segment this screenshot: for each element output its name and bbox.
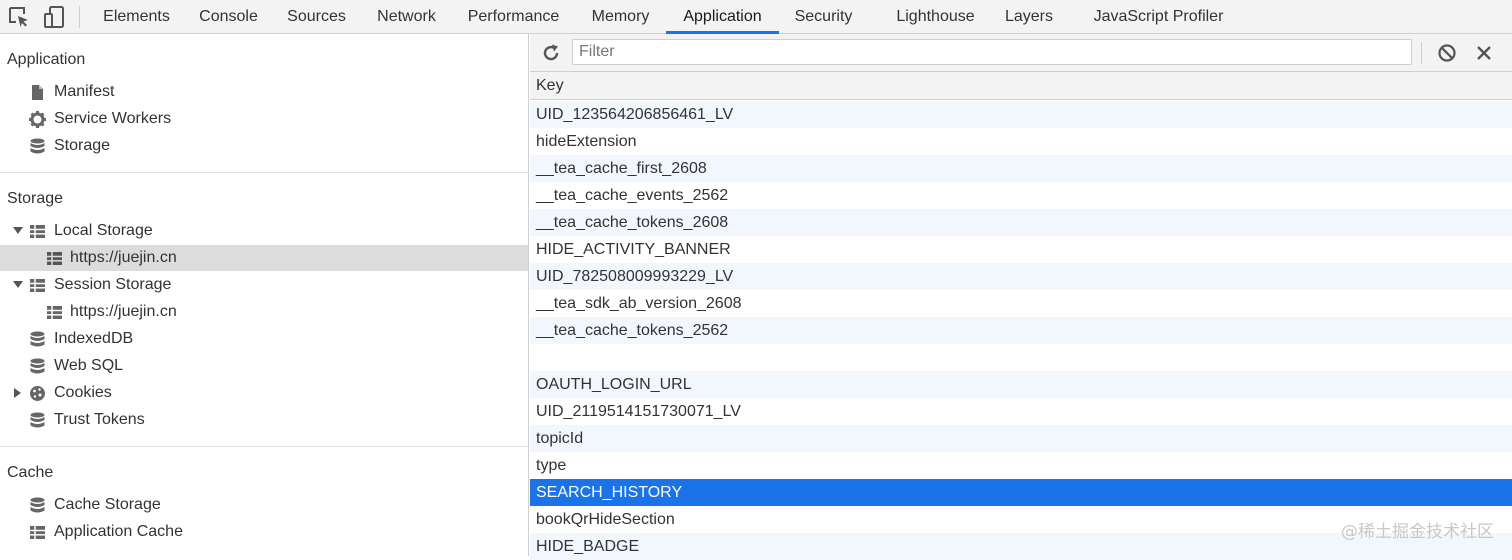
sidebar-item-storage[interactable]: Storage — [0, 133, 528, 159]
sidebar-item-cache-storage[interactable]: Cache Storage — [0, 492, 528, 518]
table-row[interactable]: OAUTH_LOGIN_URL — [530, 371, 1512, 398]
sidebar-item-label: Service Workers — [54, 110, 172, 127]
table-row[interactable]: UID_782508009993229_LV — [530, 263, 1512, 290]
sidebar-item-web-sql[interactable]: Web SQL — [0, 353, 528, 379]
sidebar-item-local-storage[interactable]: Local Storage — [0, 218, 528, 244]
table-row[interactable]: topicId — [530, 425, 1512, 452]
sidebar-item-label: Application Cache — [54, 523, 183, 540]
grid-icon — [30, 279, 45, 292]
sidebar-item-label: Local Storage — [54, 222, 153, 239]
sidebar-item-application-cache[interactable]: Application Cache — [0, 519, 528, 545]
section-divider — [0, 172, 528, 173]
table-row[interactable]: hideExtension — [530, 128, 1512, 155]
section-divider — [0, 446, 528, 447]
grid-icon — [30, 225, 45, 238]
table-row[interactable]: __tea_cache_tokens_2608 — [530, 209, 1512, 236]
storage-toolbar — [530, 34, 1512, 72]
table-row-selected[interactable]: SEARCH_HISTORY — [530, 479, 1512, 506]
tab-performance[interactable]: Performance — [457, 0, 570, 34]
section-title-storage: Storage — [7, 190, 64, 207]
section-title-application: Application — [7, 51, 86, 68]
table-row[interactable]: __tea_cache_first_2608 — [530, 155, 1512, 182]
refresh-icon[interactable] — [540, 42, 562, 64]
sidebar-item-local-storage-origin[interactable]: https://juejin.cn — [0, 245, 528, 271]
sidebar-item-label: Storage — [54, 137, 111, 154]
section-title-cache: Cache — [7, 464, 54, 481]
tab-sources[interactable]: Sources — [276, 0, 357, 34]
cookie-icon — [30, 386, 45, 401]
table-row[interactable]: __tea_sdk_ab_version_2608 — [530, 290, 1512, 317]
sidebar-item-label: https://juejin.cn — [70, 249, 177, 266]
database-icon — [30, 497, 45, 513]
table-row[interactable]: __tea_cache_tokens_2562 — [530, 317, 1512, 344]
database-icon — [30, 358, 45, 374]
table-row[interactable]: HIDE_ACTIVITY_BANNER — [530, 236, 1512, 263]
tab-javascript-profiler[interactable]: JavaScript Profiler — [1084, 0, 1233, 34]
table-row[interactable]: UID_123564206856461_LV — [530, 101, 1512, 128]
gear-icon — [29, 111, 46, 128]
storage-table-body: UID_123564206856461_LV hideExtension __t… — [530, 101, 1512, 560]
database-icon — [30, 412, 45, 428]
database-icon — [30, 138, 45, 154]
table-row[interactable]: UID_2119514151730071_LV — [530, 398, 1512, 425]
table-row[interactable]: type — [530, 452, 1512, 479]
tab-network[interactable]: Network — [364, 0, 449, 34]
grid-icon — [30, 526, 45, 539]
tab-elements[interactable]: Elements — [92, 0, 181, 34]
sidebar-item-cookies[interactable]: Cookies — [0, 380, 528, 406]
sidebar-item-session-storage-origin[interactable]: https://juejin.cn — [0, 299, 528, 325]
devtools-tab-bar: Elements Console Sources Network Perform… — [0, 0, 1512, 34]
device-toolbar-icon[interactable] — [42, 4, 68, 30]
sidebar-item-label: Session Storage — [54, 276, 172, 293]
database-icon — [30, 331, 45, 347]
sidebar-item-session-storage[interactable]: Session Storage — [0, 272, 528, 298]
sidebar-item-service-workers[interactable]: Service Workers — [0, 106, 528, 132]
sidebar-item-indexeddb[interactable]: IndexedDB — [0, 326, 528, 352]
document-icon — [32, 85, 43, 100]
sidebar-item-label: Cookies — [54, 384, 112, 401]
sidebar-item-label: Cache Storage — [54, 496, 161, 513]
grid-icon — [47, 306, 62, 319]
sidebar-item-label: Web SQL — [54, 357, 124, 374]
table-row[interactable] — [530, 344, 1512, 371]
key-column-header[interactable]: Key — [530, 72, 1512, 100]
sidebar-item-label: IndexedDB — [54, 330, 134, 347]
sidebar-item-label: Trust Tokens — [54, 411, 145, 428]
clear-all-icon[interactable] — [1436, 42, 1458, 64]
grid-icon — [47, 252, 62, 265]
expand-arrow-icon[interactable] — [14, 388, 21, 398]
toolbar-separator — [1421, 42, 1422, 64]
toolbar-separator — [79, 6, 80, 28]
sidebar-item-trust-tokens[interactable]: Trust Tokens — [0, 407, 528, 433]
tab-application[interactable]: Application — [666, 0, 779, 34]
application-sidebar: Application Manifest Service Workers Sto… — [0, 34, 529, 556]
tab-lighthouse[interactable]: Lighthouse — [885, 0, 986, 34]
tab-layers[interactable]: Layers — [996, 0, 1062, 34]
table-row[interactable]: __tea_cache_events_2562 — [530, 182, 1512, 209]
expand-arrow-icon[interactable] — [13, 281, 23, 288]
sidebar-item-label: Manifest — [54, 83, 115, 100]
tab-memory[interactable]: Memory — [578, 0, 663, 34]
watermark: @稀土掘金技术社区 — [1341, 522, 1494, 542]
tab-security[interactable]: Security — [783, 0, 864, 34]
inspect-element-icon[interactable] — [6, 4, 32, 30]
sidebar-item-label: https://juejin.cn — [70, 303, 177, 320]
sidebar-item-manifest[interactable]: Manifest — [0, 79, 528, 105]
filter-input[interactable] — [572, 39, 1412, 65]
delete-selected-icon[interactable] — [1473, 42, 1495, 64]
expand-arrow-icon[interactable] — [13, 227, 23, 234]
tab-console[interactable]: Console — [188, 0, 269, 34]
